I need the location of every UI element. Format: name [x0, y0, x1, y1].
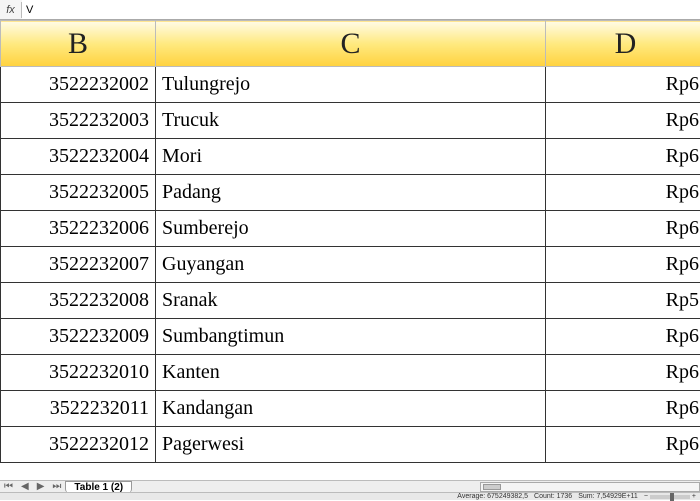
status-bar: Average: 675249382,5 Count: 1736 Sum: 7,…	[0, 492, 700, 500]
cell-name[interactable]: Mori	[156, 139, 546, 175]
tab-nav-prev-icon[interactable]: ◀	[17, 481, 33, 492]
table-row: 3522232007GuyanganRp6	[1, 247, 700, 283]
table-row: 3522232003TrucukRp6	[1, 103, 700, 139]
cell-name[interactable]: Sranak	[156, 283, 546, 319]
cell-amount[interactable]: Rp6	[546, 247, 700, 283]
cell-code[interactable]: 3522232011	[1, 391, 156, 427]
cell-amount[interactable]: Rp6	[546, 139, 700, 175]
table-row: 3522232011KandanganRp6	[1, 391, 700, 427]
cell-amount[interactable]: Rp6	[546, 427, 700, 463]
zoom-control[interactable]: − +	[644, 493, 696, 500]
cell-name[interactable]: Kandangan	[156, 391, 546, 427]
zoom-slider[interactable]	[650, 495, 690, 499]
table-row: 3522232005PadangRp6	[1, 175, 700, 211]
cell-amount[interactable]: Rp5	[546, 283, 700, 319]
formula-bar: fx	[0, 0, 700, 20]
cell-name[interactable]: Pagerwesi	[156, 427, 546, 463]
cell-code[interactable]: 3522232012	[1, 427, 156, 463]
sheet-tab-active[interactable]: Table 1 (2)	[65, 481, 132, 493]
tab-nav-last-icon[interactable]: ⏭	[48, 481, 65, 492]
column-header-C[interactable]: C	[156, 21, 546, 67]
cell-amount[interactable]: Rp6	[546, 175, 700, 211]
cell-name[interactable]: Tulungrejo	[156, 67, 546, 103]
cell-code[interactable]: 3522232007	[1, 247, 156, 283]
table-row: 3522232012PagerwesiRp6	[1, 427, 700, 463]
cell-code[interactable]: 3522232008	[1, 283, 156, 319]
formula-input[interactable]	[22, 0, 700, 19]
cell-code[interactable]: 3522232003	[1, 103, 156, 139]
cell-amount[interactable]: Rp6	[546, 211, 700, 247]
cell-amount[interactable]: Rp6	[546, 391, 700, 427]
status-count: Count: 1736	[534, 493, 572, 500]
cell-name[interactable]: Sumberejo	[156, 211, 546, 247]
cell-code[interactable]: 3522232010	[1, 355, 156, 391]
table-row: 3522232002TulungrejoRp6	[1, 67, 700, 103]
table-row: 3522232006SumberejoRp6	[1, 211, 700, 247]
cell-amount[interactable]: Rp6	[546, 319, 700, 355]
cell-amount[interactable]: Rp6	[546, 67, 700, 103]
cell-name[interactable]: Padang	[156, 175, 546, 211]
cell-code[interactable]: 3522232006	[1, 211, 156, 247]
zoom-plus-icon[interactable]: +	[692, 493, 696, 500]
table-row: 3522232009SumbangtimunRp6	[1, 319, 700, 355]
cell-code[interactable]: 3522232002	[1, 67, 156, 103]
zoom-minus-icon[interactable]: −	[644, 493, 648, 500]
cell-name[interactable]: Guyangan	[156, 247, 546, 283]
data-table: B C D 3522232002TulungrejoRp63522232003T…	[0, 20, 700, 463]
table-row: 3522232008SranakRp5	[1, 283, 700, 319]
cell-amount[interactable]: Rp6	[546, 103, 700, 139]
column-header-D[interactable]: D	[546, 21, 700, 67]
tab-nav-next-icon[interactable]: ▶	[33, 481, 49, 492]
horizontal-scrollbar[interactable]	[480, 482, 700, 492]
cell-name[interactable]: Trucuk	[156, 103, 546, 139]
fx-icon[interactable]: fx	[0, 2, 22, 18]
scrollbar-thumb[interactable]	[483, 484, 501, 490]
sheet-tab-bar: ⏮ ◀ ▶ ⏭ Table 1 (2)	[0, 480, 700, 492]
cell-code[interactable]: 3522232009	[1, 319, 156, 355]
cell-code[interactable]: 3522232005	[1, 175, 156, 211]
table-row: 3522232010KantenRp6	[1, 355, 700, 391]
status-average: Average: 675249382,5	[457, 493, 528, 500]
column-header-B[interactable]: B	[1, 21, 156, 67]
spreadsheet-grid[interactable]: B C D 3522232002TulungrejoRp63522232003T…	[0, 20, 700, 480]
cell-name[interactable]: Sumbangtimun	[156, 319, 546, 355]
status-sum: Sum: 7,54929E+11	[578, 493, 638, 500]
column-header-row: B C D	[1, 21, 700, 67]
cell-amount[interactable]: Rp6	[546, 355, 700, 391]
table-row: 3522232004MoriRp6	[1, 139, 700, 175]
cell-name[interactable]: Kanten	[156, 355, 546, 391]
tab-nav-first-icon[interactable]: ⏮	[0, 481, 17, 492]
cell-code[interactable]: 3522232004	[1, 139, 156, 175]
